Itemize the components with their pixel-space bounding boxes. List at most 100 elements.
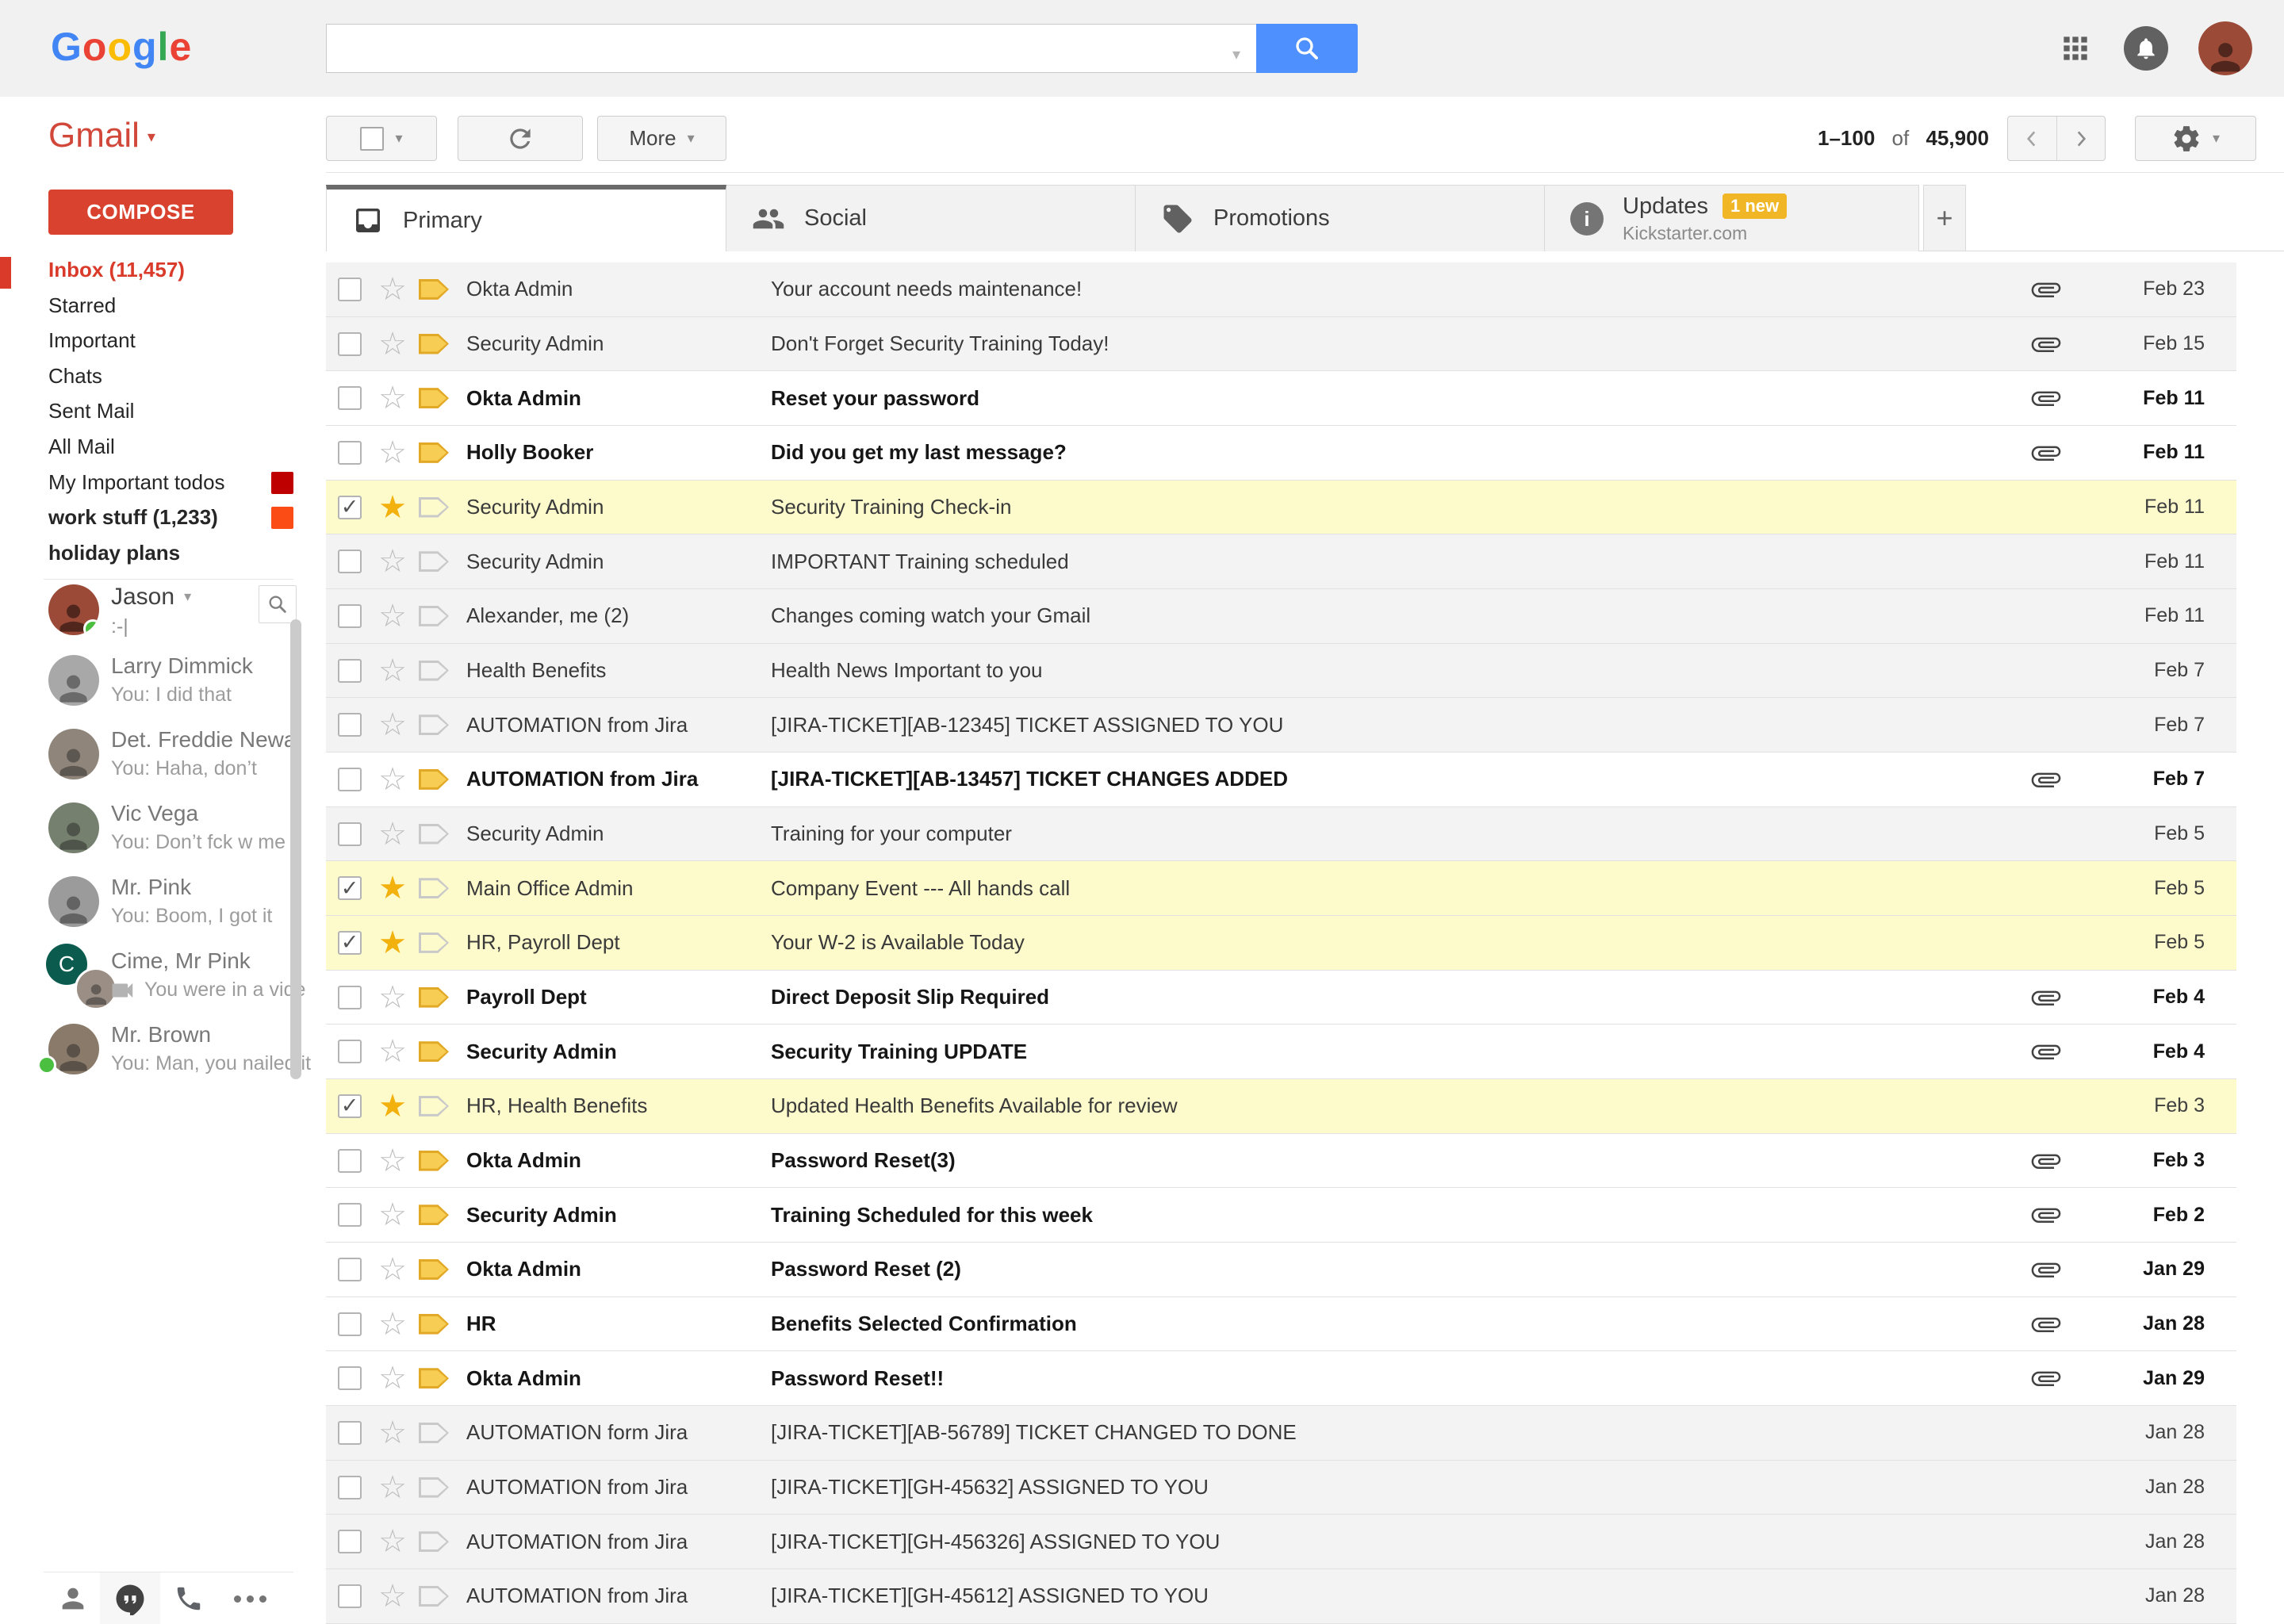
importance-marker[interactable] xyxy=(419,1205,449,1225)
sidebar-nav-item[interactable]: holiday plans xyxy=(0,535,326,571)
star-toggle[interactable]: ☆ xyxy=(376,437,409,469)
select-all-checkbox[interactable] xyxy=(360,127,384,151)
email-checkbox[interactable]: ✓ xyxy=(338,1149,362,1173)
email-row[interactable]: ✓ ☆ Security Admin Training Scheduled fo… xyxy=(326,1188,2236,1243)
email-checkbox[interactable]: ✓ xyxy=(338,1040,362,1063)
star-toggle[interactable]: ☆ xyxy=(376,982,409,1013)
apps-grid-button[interactable] xyxy=(2057,30,2094,67)
importance-marker[interactable] xyxy=(419,606,449,626)
sidebar-nav-item[interactable]: Chats xyxy=(0,358,326,394)
email-row[interactable]: ✓ ☆ AUTOMATION from Jira [JIRA-TICKET][G… xyxy=(326,1569,2236,1624)
email-row[interactable]: ✓ ☆ AUTOMATION from Jira [JIRA-TICKET][A… xyxy=(326,753,2236,807)
importance-marker[interactable] xyxy=(419,279,449,300)
importance-marker[interactable] xyxy=(419,824,449,845)
importance-marker[interactable] xyxy=(419,769,449,790)
email-row[interactable]: ✓ ☆ Alexander, me (2) Changes coming wat… xyxy=(326,589,2236,644)
email-checkbox[interactable]: ✓ xyxy=(338,1530,362,1553)
email-checkbox[interactable]: ✓ xyxy=(338,332,362,356)
settings-button[interactable]: ▾ xyxy=(2135,116,2256,161)
email-checkbox[interactable]: ✓ xyxy=(338,1476,362,1500)
email-checkbox[interactable]: ✓ xyxy=(338,1366,362,1390)
email-checkbox[interactable]: ✓ xyxy=(338,931,362,955)
chat-scrollbar[interactable] xyxy=(290,619,301,1079)
star-toggle[interactable]: ☆ xyxy=(376,546,409,577)
importance-marker[interactable] xyxy=(419,1151,449,1171)
email-row[interactable]: ✓ ☆ AUTOMATION form Jira [JIRA-TICKET][A… xyxy=(326,1406,2236,1461)
star-toggle[interactable]: ★ xyxy=(376,1090,409,1122)
email-checkbox[interactable]: ✓ xyxy=(338,876,362,900)
email-row[interactable]: ✓ ☆ Security Admin Security Training UPD… xyxy=(326,1025,2236,1079)
email-checkbox[interactable]: ✓ xyxy=(338,1094,362,1118)
search-input[interactable] xyxy=(326,24,1256,73)
email-checkbox[interactable]: ✓ xyxy=(338,986,362,1009)
newer-page-button[interactable] xyxy=(2008,117,2057,160)
tab-updates[interactable]: i Updates 1 new Kickstarter.com xyxy=(1545,185,1919,251)
email-row[interactable]: ✓ ★ Security Admin Security Training Che… xyxy=(326,481,2236,535)
importance-marker[interactable] xyxy=(419,987,449,1008)
star-toggle[interactable]: ☆ xyxy=(376,1199,409,1231)
chat-contact-row[interactable]: Det. Freddie Newa You: Haha, don’t xyxy=(0,718,326,791)
star-toggle[interactable]: ☆ xyxy=(376,1580,409,1612)
sidebar-nav-item[interactable]: All Mail xyxy=(0,429,326,465)
email-checkbox[interactable]: ✓ xyxy=(338,713,362,737)
importance-marker[interactable] xyxy=(419,878,449,898)
email-row[interactable]: ✓ ★ Main Office Admin Company Event --- … xyxy=(326,861,2236,916)
self-status-text[interactable]: :-| xyxy=(111,615,128,638)
email-checkbox[interactable]: ✓ xyxy=(338,496,362,519)
email-checkbox[interactable]: ✓ xyxy=(338,550,362,573)
chat-search-button[interactable] xyxy=(259,585,297,623)
more-button[interactable]: More ▾ xyxy=(597,116,726,161)
email-row[interactable]: ✓ ☆ Security Admin Don't Forget Security… xyxy=(326,317,2236,372)
email-row[interactable]: ✓ ☆ Okta Admin Reset your password Feb 1… xyxy=(326,371,2236,426)
email-checkbox[interactable]: ✓ xyxy=(338,1421,362,1445)
notifications-button[interactable] xyxy=(2124,26,2168,71)
email-row[interactable]: ✓ ☆ Security Admin Training for your com… xyxy=(326,807,2236,862)
star-toggle[interactable]: ★ xyxy=(376,492,409,523)
email-row[interactable]: ✓ ★ HR, Health Benefits Updated Health B… xyxy=(326,1079,2236,1134)
star-toggle[interactable]: ☆ xyxy=(376,1145,409,1177)
chat-contact-row[interactable]: Mr. Pink You: Boom, I got it xyxy=(0,865,326,939)
importance-marker[interactable] xyxy=(419,1477,449,1498)
importance-marker[interactable] xyxy=(419,1314,449,1335)
email-checkbox[interactable]: ✓ xyxy=(338,604,362,628)
star-toggle[interactable]: ☆ xyxy=(376,1254,409,1285)
hangouts-button[interactable] xyxy=(113,1581,148,1616)
sidebar-nav-item[interactable]: Sent Mail xyxy=(0,393,326,429)
email-checkbox[interactable]: ✓ xyxy=(338,1203,362,1227)
older-page-button[interactable] xyxy=(2057,117,2106,160)
search-button[interactable] xyxy=(1256,24,1358,73)
email-row[interactable]: ✓ ☆ Okta Admin Password Reset!! Jan 29 xyxy=(326,1351,2236,1406)
email-checkbox[interactable]: ✓ xyxy=(338,441,362,465)
email-row[interactable]: ✓ ☆ HR Benefits Selected Confirmation Ja… xyxy=(326,1297,2236,1352)
importance-marker[interactable] xyxy=(419,933,449,953)
importance-marker[interactable] xyxy=(419,334,449,354)
compose-button[interactable]: COMPOSE xyxy=(48,190,233,235)
email-row[interactable]: ✓ ☆ Okta Admin Password Reset(3) Feb 3 xyxy=(326,1134,2236,1189)
importance-marker[interactable] xyxy=(419,1259,449,1280)
email-checkbox[interactable]: ✓ xyxy=(338,659,362,683)
importance-marker[interactable] xyxy=(419,442,449,463)
star-toggle[interactable]: ★ xyxy=(376,872,409,904)
importance-marker[interactable] xyxy=(419,1423,449,1443)
email-row[interactable]: ✓ ☆ Security Admin IMPORTANT Training sc… xyxy=(326,534,2236,589)
importance-marker[interactable] xyxy=(419,388,449,408)
importance-marker[interactable] xyxy=(419,714,449,735)
email-row[interactable]: ✓ ☆ Health Benefits Health News Importan… xyxy=(326,644,2236,699)
sidebar-nav-item[interactable]: Important xyxy=(0,323,326,358)
star-toggle[interactable]: ☆ xyxy=(376,1526,409,1557)
importance-marker[interactable] xyxy=(419,1586,449,1607)
email-row[interactable]: ✓ ☆ Payroll Dept Direct Deposit Slip Req… xyxy=(326,971,2236,1025)
self-avatar[interactable] xyxy=(48,584,99,635)
refresh-button[interactable] xyxy=(458,116,583,161)
importance-marker[interactable] xyxy=(419,551,449,572)
tab-social[interactable]: Social xyxy=(726,185,1136,251)
email-row[interactable]: ✓ ★ HR, Payroll Dept Your W-2 is Availab… xyxy=(326,916,2236,971)
star-toggle[interactable]: ☆ xyxy=(376,818,409,850)
email-row[interactable]: ✓ ☆ AUTOMATION from Jira [JIRA-TICKET][A… xyxy=(326,698,2236,753)
phone-button[interactable] xyxy=(171,1581,206,1616)
email-checkbox[interactable]: ✓ xyxy=(338,1584,362,1608)
importance-marker[interactable] xyxy=(419,661,449,681)
importance-marker[interactable] xyxy=(419,1096,449,1116)
more-options-button[interactable] xyxy=(232,1581,267,1616)
chat-contact-row[interactable]: Larry Dimmick You: I did that xyxy=(0,644,326,718)
